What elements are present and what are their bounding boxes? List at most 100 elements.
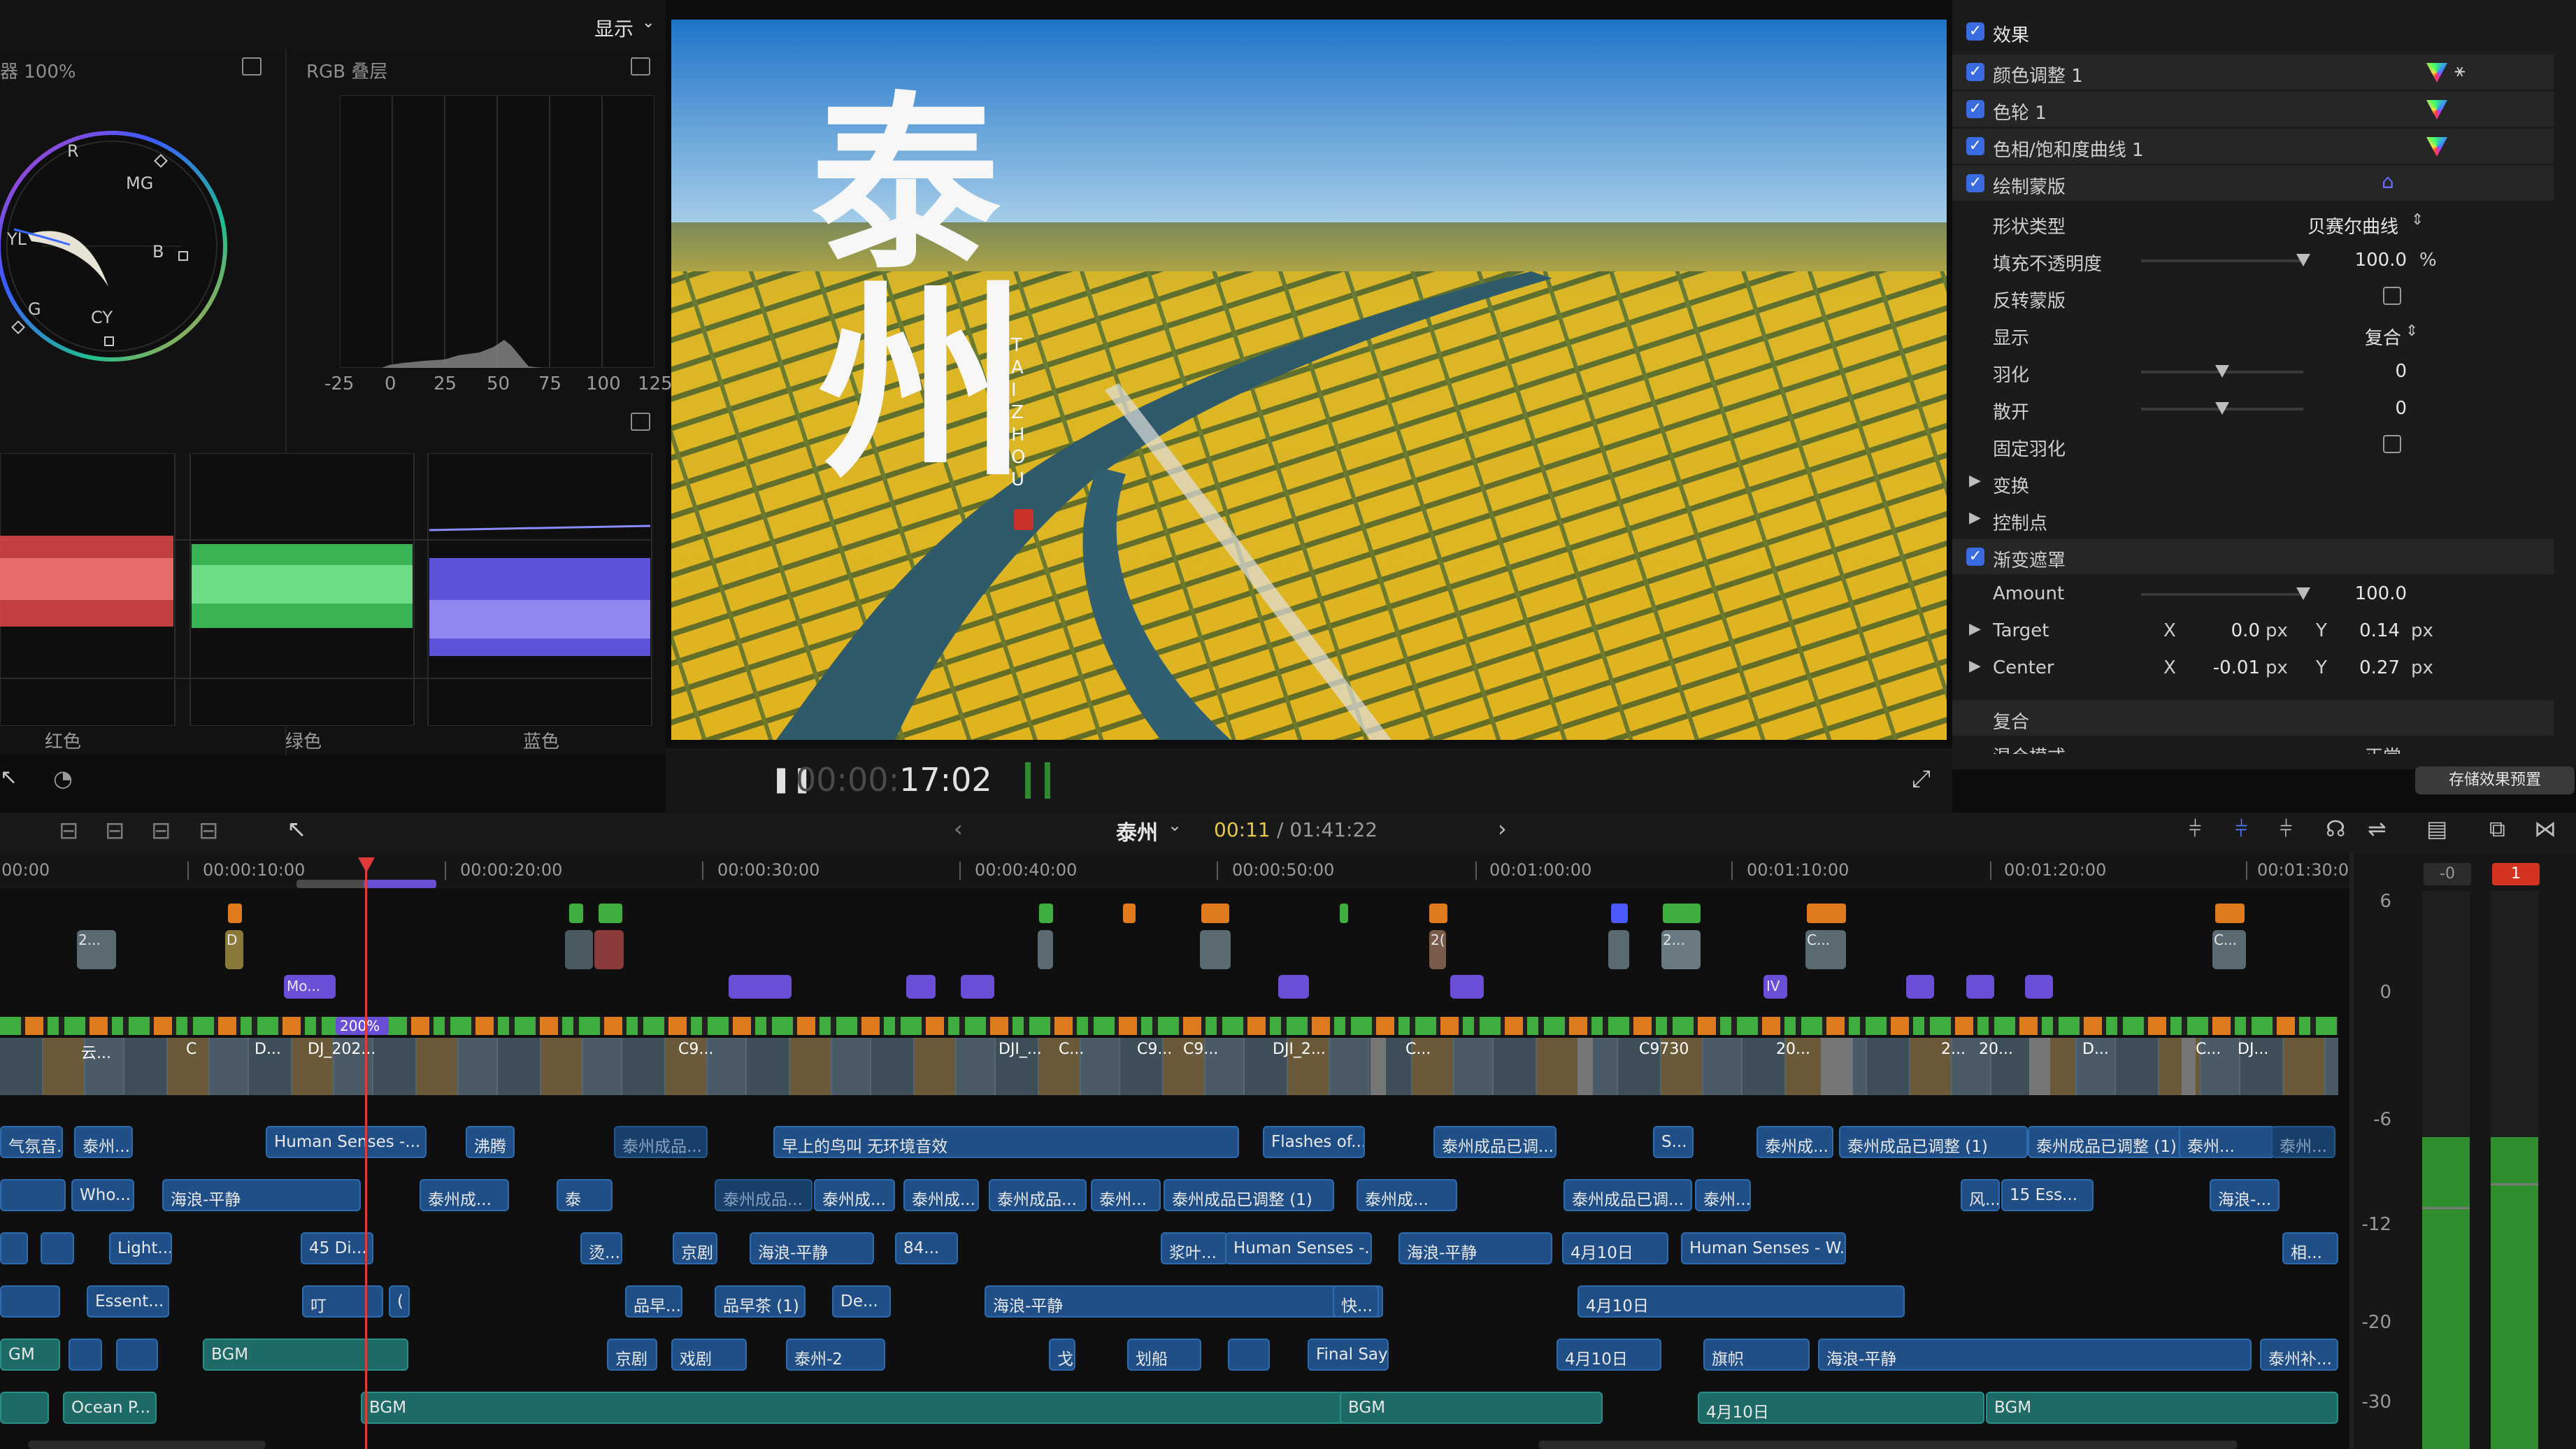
audio-clip[interactable]: ( <box>389 1285 410 1318</box>
display-popup[interactable]: 复合 <box>2365 324 2401 350</box>
chevron-down-icon[interactable]: ⌄ <box>642 14 654 31</box>
audio-clip[interactable]: 泰州成... <box>814 1179 895 1211</box>
scope-settings-icon[interactable] <box>242 57 262 76</box>
effect-checkbox[interactable]: ✓ <box>1966 63 1984 81</box>
solo-icon[interactable]: ⇌ <box>2368 815 2387 842</box>
audio-clip[interactable]: 品早... <box>625 1285 682 1318</box>
audio-clip[interactable]: Human Senses - W... <box>1681 1232 1846 1264</box>
clip-appearance-icon[interactable]: ▤ <box>2426 815 2447 842</box>
audio-clip[interactable]: 4月10日 <box>1557 1339 1661 1371</box>
audio-clip[interactable]: 泰州成... <box>1357 1179 1457 1211</box>
audio-clip[interactable] <box>69 1339 102 1371</box>
audio-clip[interactable]: 泰州成品已调... <box>1564 1179 1692 1211</box>
connect-clip-icon[interactable]: ⊟ <box>59 817 79 845</box>
audio-clip[interactable]: 泰州... <box>74 1126 133 1158</box>
marker[interactable] <box>1611 904 1628 923</box>
effect-row-color-wheels[interactable]: ✓ 色轮 1 <box>1952 92 2554 127</box>
audio-clip[interactable]: 划船 <box>1127 1339 1201 1371</box>
audio-skimming-icon[interactable]: ⫩ <box>2280 815 2292 843</box>
audio-clip[interactable]: 泰州成品已调整 (1) <box>1164 1179 1334 1211</box>
audio-clip[interactable]: 泰州成品已调整 (1) <box>1839 1126 2028 1158</box>
connected-clip[interactable]: C... <box>2212 930 2246 969</box>
amount-slider[interactable] <box>2141 593 2303 596</box>
shape-type-popup[interactable]: 贝赛尔曲线 <box>2307 213 2398 238</box>
effect-checkbox[interactable]: ✓ <box>1966 137 1984 155</box>
gap-clip[interactable] <box>1577 1038 1593 1095</box>
audio-clip[interactable]: 海浪-平静 <box>1818 1339 2252 1371</box>
marker[interactable] <box>1201 904 1229 923</box>
marker[interactable] <box>2215 904 2245 923</box>
audio-clip[interactable]: 泰州-2 <box>786 1339 885 1371</box>
audio-clip[interactable]: 泰州... <box>1695 1179 1751 1211</box>
fixed-feather-checkbox[interactable] <box>2383 435 2401 453</box>
audio-clip[interactable] <box>1228 1339 1270 1371</box>
audio-clip[interactable]: 相... <box>2282 1232 2338 1264</box>
marker[interactable] <box>1039 904 1053 923</box>
audio-clip[interactable]: 京剧 <box>673 1232 717 1264</box>
headphones-icon[interactable]: ☊ <box>2326 815 2345 842</box>
effects-checkbox[interactable]: ✓ <box>1966 22 1984 41</box>
scope-settings-icon[interactable] <box>631 413 650 431</box>
bgm-clip[interactable]: GM <box>0 1339 60 1371</box>
gap-clip[interactable] <box>1821 1038 1853 1095</box>
chevron-down-icon[interactable]: ⌄ <box>1168 815 1182 835</box>
effect-row-hue-sat-curves[interactable]: ✓ 色相/饱和度曲线 1 <box>1952 129 2554 164</box>
marker[interactable] <box>1429 904 1447 923</box>
skimming-icon[interactable]: ⫩ <box>2189 815 2201 843</box>
audio-clip[interactable]: Flashes of... <box>1263 1126 1365 1158</box>
audio-clip[interactable]: 泰州成品已调... <box>1433 1126 1557 1158</box>
bgm-clip[interactable]: BGM <box>203 1339 408 1371</box>
amount-knob[interactable] <box>2296 587 2310 600</box>
audio-clip[interactable]: Light... <box>109 1232 172 1264</box>
fill-opacity-slider[interactable] <box>2141 259 2303 262</box>
color-board-icon[interactable] <box>2426 63 2447 83</box>
title-clip[interactable] <box>729 975 792 999</box>
audio-clip[interactable]: 早上的鸟叫 无环境音效 <box>773 1126 1239 1158</box>
audio-clip[interactable]: 海浪-平静 <box>750 1232 874 1264</box>
mask-icon[interactable]: ⌂ <box>2382 170 2394 193</box>
audio-clip[interactable]: 海浪-平静 <box>985 1285 1383 1318</box>
audio-clip[interactable]: 快... <box>1333 1285 1379 1318</box>
bgm-clip[interactable] <box>0 1392 49 1424</box>
audio-clip[interactable]: Final Say <box>1308 1339 1389 1371</box>
fill-opacity-value[interactable]: 100.0 <box>2344 250 2407 271</box>
select-tool-icon[interactable]: ↖ <box>287 815 307 843</box>
title-clip[interactable] <box>961 975 994 999</box>
audio-clip[interactable]: 京剧 <box>607 1339 657 1371</box>
viewer-canvas[interactable]: 泰 州 TAIZHOU <box>671 20 1947 740</box>
effect-row-draw-mask[interactable]: ✓ 绘制蒙版 ⌂ <box>1952 166 2554 201</box>
audio-clip[interactable]: 泰州成品已调整 (1) <box>2028 1126 2190 1158</box>
scope-settings-icon[interactable] <box>631 57 650 76</box>
audio-clip[interactable]: 旗帜 <box>1703 1339 1810 1371</box>
marker[interactable] <box>1340 904 1348 923</box>
project-name[interactable]: 泰州 <box>1116 815 1158 846</box>
audio-clip[interactable]: 泰州成... <box>420 1179 509 1211</box>
audio-clip[interactable]: 海浪-... <box>2210 1179 2280 1211</box>
color-board-icon[interactable] <box>2426 100 2447 120</box>
bgm-clip[interactable]: BGM <box>361 1392 1345 1424</box>
audio-clip[interactable]: 风... <box>1961 1179 2000 1211</box>
connected-clip[interactable]: IV <box>1763 975 1787 999</box>
audio-clip[interactable]: Human Senses -... <box>1225 1232 1372 1264</box>
audio-clip[interactable]: 烫... <box>580 1232 622 1264</box>
audio-clip[interactable]: De... <box>832 1285 891 1318</box>
gap-clip[interactable] <box>1371 1038 1386 1095</box>
gap-clip[interactable] <box>2182 1038 2196 1095</box>
popup-arrows-icon[interactable]: ⇕ <box>2405 322 2418 340</box>
effect-row-color-adjust[interactable]: ✓ 颜色调整 1 ⚹ <box>1952 55 2554 90</box>
connected-clip[interactable]: 2... <box>1661 930 1701 969</box>
marker[interactable] <box>569 904 583 923</box>
arrow-tool-icon[interactable]: ↖ <box>0 765 17 790</box>
audio-clip[interactable] <box>0 1232 28 1264</box>
bgm-clip[interactable]: BGM <box>1986 1392 2338 1424</box>
audio-clip[interactable]: 品早茶 (1) <box>715 1285 806 1318</box>
audio-clip[interactable]: 泰州成品... <box>989 1179 1087 1211</box>
bgm-clip[interactable]: BGM <box>1340 1392 1603 1424</box>
connected-clip[interactable] <box>594 930 624 969</box>
audio-clip[interactable]: 泰州成... <box>1756 1126 1833 1158</box>
invert-mask-checkbox[interactable] <box>2383 287 2401 305</box>
magic-wand-icon[interactable]: ⚹ <box>2454 60 2466 82</box>
effect-checkbox[interactable]: ✓ <box>1966 174 1984 192</box>
audio-clip[interactable]: S... <box>1653 1126 1694 1158</box>
connected-clip[interactable]: D <box>225 930 243 969</box>
